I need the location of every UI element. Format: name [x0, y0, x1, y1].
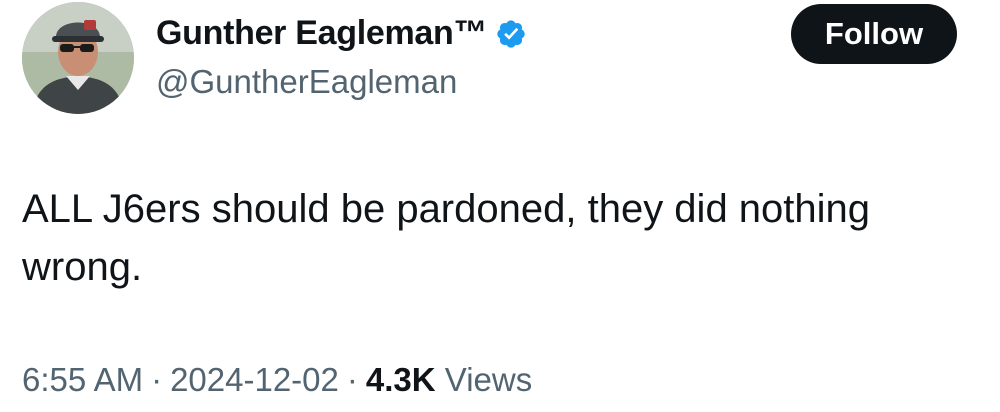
follow-button[interactable]: Follow [791, 4, 957, 64]
avatar-image [22, 2, 134, 114]
views-count[interactable]: 4.3K [366, 361, 436, 398]
meta-separator: · [151, 361, 163, 398]
display-name[interactable]: Gunther Eagleman™ [156, 11, 527, 55]
verified-badge-icon [495, 17, 527, 49]
tweet-text: ALL J6ers should be pardoned, they did n… [22, 187, 871, 289]
avatar[interactable] [22, 2, 134, 114]
user-handle[interactable]: @GuntherEagleman [156, 60, 457, 104]
display-name-text: Gunther Eagleman™ [156, 14, 488, 52]
meta-separator: · [346, 361, 358, 398]
views-label: Views [444, 361, 533, 398]
tweet-meta: 6:55 AM · 2024-12-02 · 4.3K Views [22, 357, 532, 403]
tweet-time[interactable]: 6:55 AM [22, 361, 143, 398]
tweet-date[interactable]: 2024-12-02 [170, 361, 339, 398]
